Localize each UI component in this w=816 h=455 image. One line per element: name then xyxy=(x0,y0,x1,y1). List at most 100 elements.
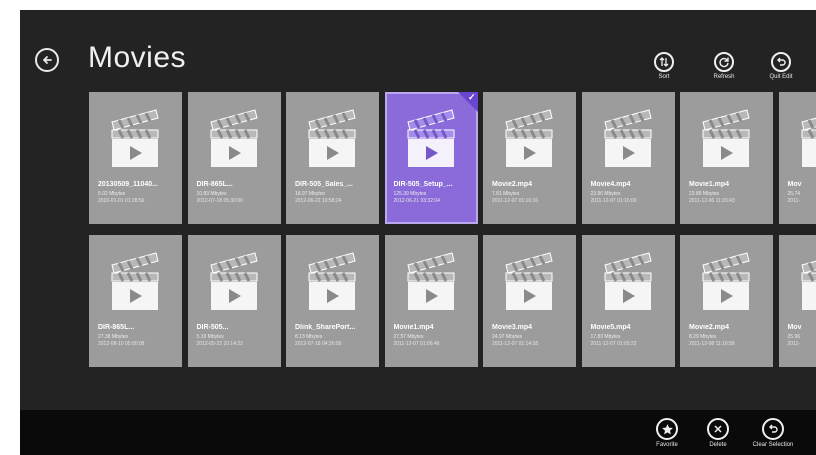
video-clapperboard-icon xyxy=(603,109,652,167)
tile-file-size: 8.13 Mbytes xyxy=(295,334,323,340)
video-clapperboard-icon xyxy=(406,252,455,310)
movie-tile[interactable]: Movie5.mp4 17.83 Mbytes 2011-12-07 01:05:2… xyxy=(581,235,675,367)
movie-tile[interactable]: Movie1.mp4 27.57 Mbytes 2011-12-07 01:06:4… xyxy=(384,235,478,367)
tile-file-date: 2012-06-21 03:32:04 xyxy=(393,198,440,204)
undo-icon xyxy=(762,418,784,440)
video-clapperboard-icon xyxy=(111,109,159,167)
favorite-label: Favorite xyxy=(656,442,678,448)
video-clapperboard-icon xyxy=(209,252,258,310)
tile-file-date: 2012-07-18 04:26:00 xyxy=(295,341,342,347)
tile-file-size: 23.96 Mbytes xyxy=(590,191,621,197)
tile-file-name: Movie2.mp4 xyxy=(689,324,730,331)
tile-file-size: 17.83 Mbytes xyxy=(590,334,621,340)
tile-file-size: 125.39 Mbytes xyxy=(393,191,427,197)
tile-file-name: Movie5.mp4 xyxy=(590,324,631,331)
video-clapperboard-icon xyxy=(702,252,750,310)
tile-file-date: 2012-05-22 10:14:22 xyxy=(196,341,243,347)
delete-label: Delete xyxy=(709,442,727,448)
video-clapperboard-icon xyxy=(308,252,356,310)
tile-file-date: 2012-08-10 05:00:08 xyxy=(98,341,145,347)
star-icon xyxy=(656,418,678,440)
tile-file-date: 2011-12-07 01:05:22 xyxy=(590,341,637,347)
tile-file-name: DIR-865L... xyxy=(98,324,135,331)
movie-tile[interactable]: Mov 25.96 2011- xyxy=(778,235,816,367)
tile-file-size: 23.89 Mbytes xyxy=(689,191,720,197)
movie-tile[interactable]: Mov 25.74 2011- xyxy=(778,92,816,224)
tile-file-date: 2012-07-18 05:30:00 xyxy=(196,198,243,204)
tile-file-name: DIR-505_Setup_... xyxy=(393,181,453,188)
favorite-button[interactable]: Favorite xyxy=(645,418,689,448)
tile-file-name: Movie4.mp4 xyxy=(590,181,631,188)
tile-file-size: 5.10 Mbytes xyxy=(196,334,224,340)
checkmark-icon: ✓ xyxy=(467,92,476,102)
movie-tile[interactable]: DIR-505... 5.10 Mbytes 2012-05-22 10:14:22 xyxy=(187,235,281,367)
clear-selection-label: Clear Selection xyxy=(752,442,794,448)
tile-file-size: 24.97 Mbytes xyxy=(492,334,523,340)
movie-tile[interactable]: Dlink_SharePort... 8.13 Mbytes 2012-07-18 … xyxy=(286,235,379,367)
tile-file-date: 2011-12-07 01:16:16 xyxy=(492,198,539,204)
app-window: Movies Sort Refresh Quit Edit 20130509_1… xyxy=(20,10,816,455)
tile-file-date: 2010-01-01 01:28:56 xyxy=(98,198,145,204)
video-clapperboard-icon xyxy=(406,109,455,167)
tile-file-name: Movie2.mp4 xyxy=(492,181,533,188)
movie-tile[interactable]: Movie3.mp4 24.97 Mbytes 2011-12-07 01:14:1… xyxy=(483,235,576,367)
tile-file-size: 5.02 Mbytes xyxy=(98,191,126,197)
tile-file-size: 27.57 Mbytes xyxy=(393,334,424,340)
video-clapperboard-icon xyxy=(209,109,258,167)
tile-file-size: 10.83 Mbytes xyxy=(196,191,227,197)
tile-file-size: 25.74 xyxy=(787,191,801,197)
video-clapperboard-icon xyxy=(603,252,652,310)
video-clapperboard-icon xyxy=(800,117,816,167)
video-clapperboard-icon xyxy=(308,109,356,167)
tile-file-name: DIR-865L... xyxy=(196,181,233,188)
movie-tile[interactable]: DIR-865L... 10.83 Mbytes 2012-07-18 05:30:… xyxy=(187,92,281,224)
tile-file-name: DIR-505_Sales_... xyxy=(295,181,353,188)
movie-tile[interactable]: Movie4.mp4 23.96 Mbytes 2011-12-07 01:16:0… xyxy=(581,92,675,224)
movie-tile[interactable]: Movie1.mp4 23.89 Mbytes 2011-12-06 11:20:4… xyxy=(680,92,773,224)
movie-tile[interactable]: DIR-505_Sales_... 18.97 Mbytes 2012-06-22 … xyxy=(286,92,379,224)
tile-file-size: 8.29 Mbytes xyxy=(689,334,717,340)
back-button[interactable] xyxy=(35,48,59,72)
quit-edit-button[interactable]: Quit Edit xyxy=(759,52,803,80)
tile-file-name: DIR-505... xyxy=(196,324,229,331)
clear-selection-button[interactable]: Clear Selection xyxy=(751,418,795,448)
tile-file-size: 7.81 Mbytes xyxy=(492,191,520,197)
tile-file-name: Dlink_SharePort... xyxy=(295,324,356,331)
video-clapperboard-icon xyxy=(800,260,816,310)
sort-icon xyxy=(654,52,674,72)
refresh-label: Refresh xyxy=(713,74,735,80)
tile-file-name: Mov xyxy=(787,324,802,331)
quit-edit-label: Quit Edit xyxy=(769,74,793,80)
sort-button[interactable]: Sort xyxy=(642,52,686,80)
tile-file-date: 2011- xyxy=(787,198,800,204)
video-clapperboard-icon xyxy=(111,252,159,310)
tile-file-date: 2011- xyxy=(787,341,800,347)
movie-tile[interactable]: DIR-865L... 27.38 Mbytes 2012-08-10 05:00:… xyxy=(89,235,182,367)
delete-button[interactable]: Delete xyxy=(696,418,740,448)
tile-file-date: 2012-06-22 10:58:24 xyxy=(295,198,342,204)
close-icon xyxy=(707,418,729,440)
tile-file-name: Movie3.mp4 xyxy=(492,324,533,331)
movie-tile[interactable]: 20130509_11040... 5.02 Mbytes 2010-01-01 0… xyxy=(89,92,182,224)
tile-file-name: Movie1.mp4 xyxy=(393,324,434,331)
tile-file-date: 2011-12-06 11:20:43 xyxy=(689,198,735,204)
tile-file-name: Movie1.mp4 xyxy=(689,181,730,188)
app-bar: Favorite Delete Clear Selection xyxy=(20,410,816,455)
back-arrow-icon xyxy=(43,56,52,64)
movie-tile[interactable]: Movie2.mp4 8.29 Mbytes 2011-12-08 11:16:58 xyxy=(680,235,773,367)
video-clapperboard-icon xyxy=(505,252,553,310)
refresh-button[interactable]: Refresh xyxy=(702,52,746,80)
tile-file-name: 20130509_11040... xyxy=(98,181,158,188)
tile-file-date: 2011-12-07 01:16:00 xyxy=(590,198,637,204)
tile-file-date: 2011-12-07 01:14:18 xyxy=(492,341,539,347)
video-clapperboard-icon xyxy=(505,109,553,167)
tile-file-size: 25.96 xyxy=(787,334,801,340)
tile-file-size: 18.97 Mbytes xyxy=(295,191,326,197)
sort-label: Sort xyxy=(658,74,670,80)
movie-tile-selected[interactable]: DIR-505_Setup_... 125.39 Mbytes 2012-06-21… xyxy=(384,92,478,224)
movie-tile[interactable]: Movie2.mp4 7.81 Mbytes 2011-12-07 01:16:16 xyxy=(483,92,576,224)
tile-file-date: 2011-12-08 11:16:58 xyxy=(689,341,735,347)
page-title: Movies xyxy=(88,41,187,74)
tile-file-name: Mov xyxy=(787,181,802,188)
tile-file-size: 27.38 Mbytes xyxy=(98,334,129,340)
